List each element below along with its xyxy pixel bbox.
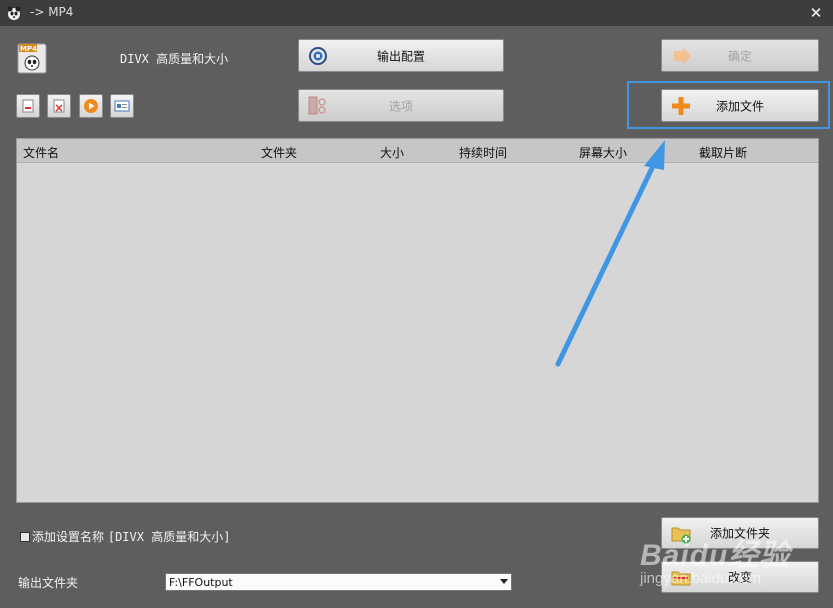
add-profile-name-checkbox[interactable] — [20, 532, 30, 542]
window-title: -> MP4 — [30, 5, 74, 19]
file-list-header: 文件名 文件夹 大小 持续时间 屏幕大小 截取片断 — [17, 139, 818, 163]
clear-list-button[interactable] — [47, 94, 71, 118]
add-profile-name-suffix: [DIVX 高质量和大小] — [107, 530, 231, 544]
ok-button[interactable]: 确定 — [661, 39, 819, 72]
options-label: 选项 — [388, 99, 413, 113]
add-profile-name-row[interactable]: 添加设置名称 [DIVX 高质量和大小] — [20, 528, 230, 545]
output-folder-select[interactable]: F:\FFOutput — [165, 573, 512, 591]
add-folder-button[interactable]: 添加文件夹 — [661, 517, 819, 549]
add-file-highlight — [627, 81, 830, 129]
output-folder-value: F:\FFOutput — [169, 576, 233, 589]
file-list[interactable]: 文件名 文件夹 大小 持续时间 屏幕大小 截取片断 — [16, 138, 819, 503]
column-duration[interactable]: 持续时间 — [459, 144, 507, 161]
add-profile-name-label: 添加设置名称 — [32, 530, 105, 544]
chevron-down-icon[interactable] — [500, 579, 508, 584]
column-folder[interactable]: 文件夹 — [261, 144, 297, 161]
svg-text:MP4: MP4 — [20, 45, 37, 53]
media-info-button[interactable] — [110, 94, 134, 118]
output-config-label: 输出配置 — [376, 49, 425, 63]
remove-file-button[interactable] — [16, 94, 40, 118]
column-screen-size[interactable]: 屏幕大小 — [579, 144, 627, 161]
ok-label: 确定 — [727, 49, 752, 63]
options-button[interactable]: 选项 — [298, 89, 504, 122]
play-icon — [84, 99, 98, 113]
panda-icon — [7, 6, 21, 20]
output-config-button[interactable]: 输出配置 — [298, 39, 504, 72]
media-info-icon — [114, 100, 130, 112]
column-size[interactable]: 大小 — [380, 144, 404, 161]
clear-list-icon — [53, 99, 65, 113]
change-button[interactable]: 改变 — [661, 561, 819, 593]
profile-label: DIVX 高质量和大小 — [120, 52, 229, 66]
change-label: 改变 — [727, 570, 752, 585]
output-folder-label: 输出文件夹 — [18, 576, 79, 590]
mp4-format-icon: MP4 — [17, 43, 47, 74]
remove-file-icon — [22, 99, 34, 113]
close-button[interactable]: ✕ — [804, 2, 828, 24]
add-folder-label: 添加文件夹 — [709, 526, 770, 541]
column-clip[interactable]: 截取片断 — [699, 144, 747, 161]
column-file-name[interactable]: 文件名 — [23, 144, 59, 161]
title-bar: -> MP4 ✕ — [0, 0, 833, 26]
play-button[interactable] — [79, 94, 103, 118]
